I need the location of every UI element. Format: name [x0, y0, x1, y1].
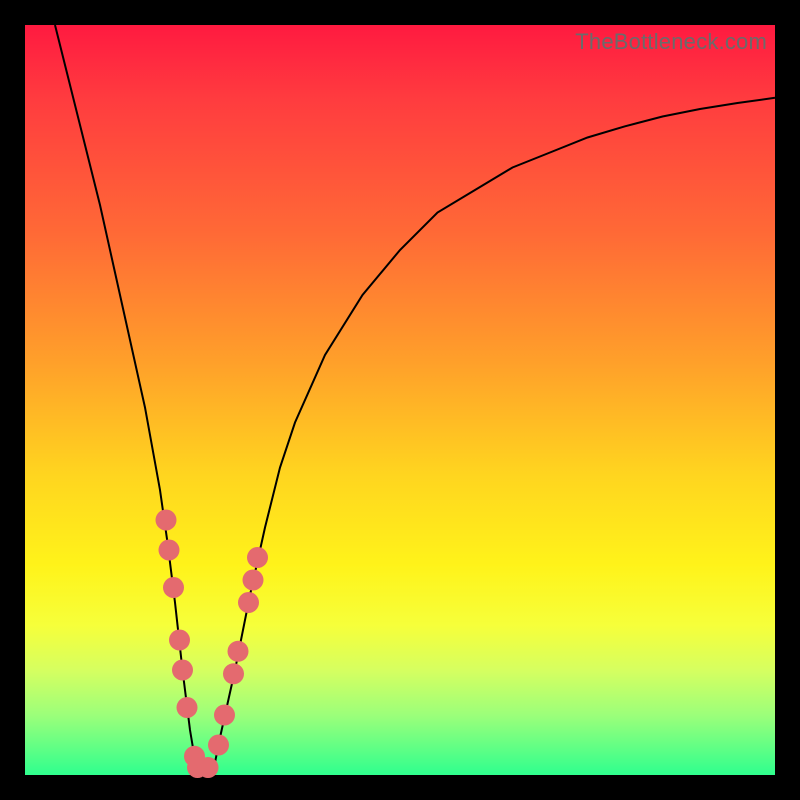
curve-marker: [214, 705, 235, 726]
curve-marker: [172, 660, 193, 681]
curve-marker: [243, 570, 264, 591]
chart-frame: TheBottleneck.com: [25, 25, 775, 775]
curve-marker: [238, 592, 259, 613]
curve-marker: [159, 540, 180, 561]
curve-marker: [223, 663, 244, 684]
curve-marker: [163, 577, 184, 598]
bottleneck-curve: [55, 25, 775, 775]
curve-marker: [208, 735, 229, 756]
curve-markers: [156, 510, 269, 779]
curve-marker: [177, 697, 198, 718]
curve-marker: [156, 510, 177, 531]
curve-marker: [198, 757, 219, 778]
chart-svg: [25, 25, 775, 775]
watermark-text: TheBottleneck.com: [575, 29, 767, 55]
curve-marker: [169, 630, 190, 651]
curve-marker: [228, 641, 249, 662]
curve-marker: [247, 547, 268, 568]
